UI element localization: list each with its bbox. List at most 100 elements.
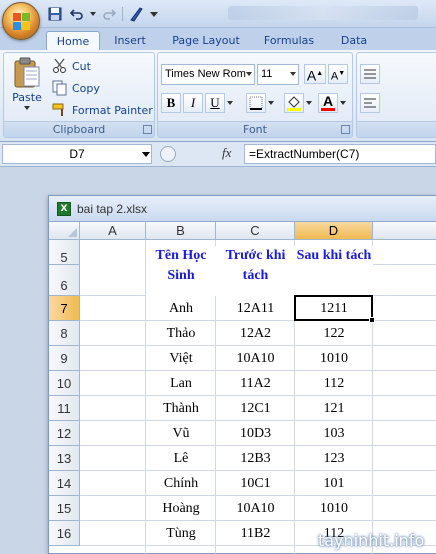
cell-before[interactable]: 12A11: [216, 296, 295, 321]
column-header-b[interactable]: B: [146, 222, 216, 240]
row-header-15[interactable]: 15: [49, 496, 80, 521]
redo-icon[interactable]: [100, 5, 118, 23]
fill-color-dropdown-icon[interactable]: [305, 93, 313, 113]
name-box[interactable]: D7: [2, 144, 152, 164]
row-header-11[interactable]: 11: [49, 396, 80, 421]
cell-before[interactable]: 12B3: [216, 446, 295, 471]
cell-name[interactable]: Thành: [146, 396, 216, 421]
format-painter-button[interactable]: Format Painter: [52, 100, 153, 120]
row-header-10[interactable]: 10: [49, 371, 80, 396]
undo-dropdown-icon[interactable]: [90, 5, 96, 23]
cell-name[interactable]: Lan: [146, 371, 216, 396]
font-size-combo[interactable]: 11: [257, 64, 299, 85]
paste-label: Paste: [12, 91, 42, 104]
workbook-window: X bai tap 2.xlsx A B C D 5 6 7 8 9 10 11 12 13 14 15 16…: [48, 195, 436, 554]
cell-name[interactable]: Anh: [146, 296, 216, 321]
cell-before[interactable]: 10D3: [216, 421, 295, 446]
cell-after[interactable]: 122: [295, 321, 373, 346]
font-group-label: Font: [158, 121, 352, 137]
font-dialog-launcher-icon[interactable]: [341, 125, 350, 134]
cell-after[interactable]: 101: [295, 471, 373, 496]
borders-dropdown-icon[interactable]: [267, 93, 275, 113]
row-header-6[interactable]: 6: [49, 265, 80, 296]
cell-name[interactable]: Lê: [146, 446, 216, 471]
row-header-12[interactable]: 12: [49, 421, 80, 446]
font-name-value: Times New Rom: [165, 68, 246, 80]
tab-formulas[interactable]: Formulas: [256, 31, 322, 50]
row-header-5[interactable]: 5: [49, 240, 80, 265]
cell-before[interactable]: 10A10: [216, 346, 295, 371]
fill-handle[interactable]: [369, 317, 375, 323]
worksheet-grid[interactable]: A B C D 5 6 7 8 9 10 11 12 13 14 15 16 Tên Học Sinh Trước…: [49, 222, 436, 554]
paste-button[interactable]: Paste: [8, 57, 46, 121]
cell-after[interactable]: 1010: [295, 496, 373, 521]
office-button[interactable]: [2, 2, 40, 40]
tab-page-layout[interactable]: Page Layout: [166, 31, 246, 50]
align-left-button[interactable]: [360, 93, 380, 113]
font-color-dropdown-icon[interactable]: [339, 93, 347, 113]
copy-label: Copy: [72, 81, 100, 95]
font-group: Times New Rom 11 A▲ A▼ B I U A Font: [157, 52, 353, 138]
row-header-9[interactable]: 9: [49, 346, 80, 371]
cut-button[interactable]: Cut: [52, 56, 91, 76]
cell-name[interactable]: Hoàng: [146, 496, 216, 521]
formula-input[interactable]: =ExtractNumber(C7): [244, 144, 436, 164]
header-cell-d[interactable]: Sau khi tách: [295, 246, 373, 296]
fill-color-button[interactable]: [284, 93, 304, 113]
font-name-combo[interactable]: Times New Rom: [161, 64, 255, 85]
borders-button[interactable]: [246, 93, 266, 113]
italic-button[interactable]: I: [183, 93, 203, 113]
column-header-c[interactable]: C: [216, 222, 295, 240]
row-header-13[interactable]: 13: [49, 446, 80, 471]
cell-after[interactable]: 1010: [295, 346, 373, 371]
row-header-16[interactable]: 16: [49, 521, 80, 546]
select-all-corner[interactable]: [49, 222, 80, 240]
bold-button[interactable]: B: [161, 93, 181, 113]
column-header-d[interactable]: D: [295, 222, 373, 240]
clipboard-dialog-launcher-icon[interactable]: [143, 125, 152, 134]
insert-function-button[interactable]: fx: [222, 145, 231, 161]
row-header-7[interactable]: 7: [49, 296, 80, 321]
cell-after[interactable]: 121: [295, 396, 373, 421]
cell-after[interactable]: 112: [295, 371, 373, 396]
cell-before[interactable]: 10A10: [216, 496, 295, 521]
cell-before[interactable]: 12A2: [216, 321, 295, 346]
row-header-8[interactable]: 8: [49, 321, 80, 346]
align-top-button[interactable]: [360, 64, 380, 84]
tab-data[interactable]: Data: [334, 31, 374, 50]
alignment-group-label: [357, 121, 436, 137]
cell-before[interactable]: 12C1: [216, 396, 295, 421]
cell-after[interactable]: 103: [295, 421, 373, 446]
cell-after[interactable]: 123: [295, 446, 373, 471]
column-header-e[interactable]: [373, 222, 436, 240]
cell-before[interactable]: 11B2: [216, 521, 295, 546]
font-color-button[interactable]: A: [318, 93, 338, 113]
undo-icon[interactable]: [68, 5, 86, 23]
tab-home[interactable]: Home: [46, 31, 100, 50]
copy-button[interactable]: Copy: [52, 78, 100, 98]
format-painter-icon[interactable]: [127, 5, 145, 23]
customize-icon[interactable]: [149, 5, 159, 23]
underline-dropdown-icon[interactable]: [226, 93, 234, 113]
cell-name[interactable]: Vũ: [146, 421, 216, 446]
cell-before[interactable]: 10C1: [216, 471, 295, 496]
cell-before[interactable]: 11A2: [216, 371, 295, 396]
header-cell-c[interactable]: Trước khi tách: [216, 246, 295, 296]
cell-name[interactable]: Thảo: [146, 321, 216, 346]
name-box-dropdown-icon[interactable]: [142, 152, 150, 157]
excel-file-icon: X: [57, 202, 71, 216]
cell-name[interactable]: Chính: [146, 471, 216, 496]
shrink-font-button[interactable]: A▼: [328, 64, 348, 84]
tab-insert[interactable]: Insert: [106, 31, 154, 50]
font-size-value: 11: [261, 68, 273, 80]
cell-name[interactable]: Tùng: [146, 521, 216, 546]
header-cell-b[interactable]: Tên Học Sinh: [146, 246, 216, 296]
underline-button[interactable]: U: [205, 93, 225, 113]
row-header-14[interactable]: 14: [49, 471, 80, 496]
save-icon[interactable]: [46, 5, 64, 23]
grow-font-button[interactable]: A▲: [304, 64, 326, 84]
cell-name[interactable]: Việt: [146, 346, 216, 371]
column-header-a[interactable]: A: [80, 222, 146, 240]
formula-bar-resize-icon[interactable]: [160, 146, 176, 162]
workbook-title-bar[interactable]: X bai tap 2.xlsx: [49, 196, 436, 222]
